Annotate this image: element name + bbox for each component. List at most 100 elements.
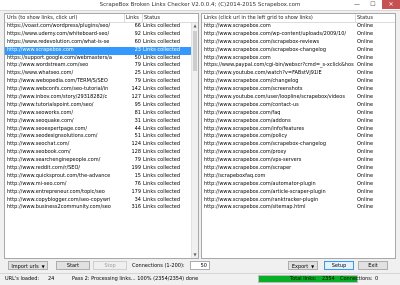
link-status-cell: Online bbox=[357, 141, 374, 148]
import-urls-button[interactable]: Import urls ▼ bbox=[8, 261, 48, 270]
url-row[interactable]: http://www.reddit.com/r/SEO/199 Links col… bbox=[5, 165, 198, 173]
urls-loaded-label: URL's loaded: bbox=[5, 276, 40, 282]
window-title: ScrapeBox Broken Links Checker V2.0.0.4;… bbox=[99, 2, 301, 8]
link-url-cell: http://www.youtube.com/watch?v=FABstVj91… bbox=[204, 70, 322, 77]
link-row[interactable]: http://www.scrapebox.com/contact-us Onlin… bbox=[202, 102, 395, 110]
url-row[interactable]: http://www.tutorialspoint.com/seo/95 Link… bbox=[5, 102, 198, 110]
status-cell: Links collected bbox=[143, 157, 181, 164]
link-row[interactable]: http://www.scrapebox.com/scrapebox-revie… bbox=[202, 39, 395, 47]
exit-button[interactable]: Exit bbox=[358, 261, 388, 270]
url-row[interactable] bbox=[5, 212, 198, 220]
link-row[interactable]: http://www.scrapebox.com/sitemap.html Onl… bbox=[202, 204, 395, 212]
url-row[interactable]: http://www.inbov.com/story/29318282/c 127… bbox=[5, 94, 198, 102]
url-row[interactable]: http://www.seochat.com/124 Links collecte… bbox=[5, 141, 198, 149]
status-cell: Links collected bbox=[143, 86, 181, 93]
url-row[interactable]: http://www.scrapebox.com 23 Links collecte… bbox=[5, 46, 198, 55]
url-row[interactable]: https://www.whatseo.com/25 Links collecte… bbox=[5, 70, 198, 78]
url-row[interactable] bbox=[5, 244, 198, 252]
link-row[interactable]: http://www.scrapebox.com/info/features On… bbox=[202, 126, 395, 134]
pass-status-text: Pass 2: Processing links... 100% (2354/2… bbox=[72, 276, 199, 282]
url-row[interactable]: https://voast.com/wordpress/plugins/seo/… bbox=[5, 23, 198, 31]
link-row[interactable]: https://www.paypal.com/cgi-bin/webscr?cm… bbox=[202, 62, 395, 70]
header-link-status[interactable]: Status bbox=[357, 15, 387, 22]
url-row[interactable]: https://www.udemy.com/whiteboard-seo/92 L… bbox=[5, 31, 198, 39]
scroll-thumb[interactable] bbox=[193, 31, 197, 71]
url-row[interactable] bbox=[5, 220, 198, 228]
header-urls[interactable]: Urls (to show links, click url) bbox=[7, 15, 123, 22]
links-grid-rows: http://www.scrapebox.com Online http://www… bbox=[202, 23, 395, 212]
link-status-cell: Online bbox=[357, 180, 374, 187]
links-count-cell: 25 bbox=[134, 70, 141, 77]
url-row[interactable]: http://www.webopedia.com/TERM/S/SEO 79 Lin… bbox=[5, 78, 198, 86]
start-button[interactable]: Start bbox=[56, 261, 90, 270]
close-button[interactable]: ✕ bbox=[382, 0, 400, 9]
link-row[interactable]: http://www.scrapebox.com Online bbox=[202, 23, 395, 31]
setup-button[interactable]: Setup bbox=[324, 261, 354, 270]
links-count-cell: 15 bbox=[134, 172, 141, 179]
url-row[interactable]: http://www.business2community.com/seo 316… bbox=[5, 204, 198, 212]
links-count-cell: 95 bbox=[134, 101, 141, 108]
url-row[interactable]: http://www.seobook.com/128 Links collecte… bbox=[5, 149, 198, 157]
link-row[interactable]: http://www.scrapebox.com/changelog Online bbox=[202, 78, 395, 86]
url-row[interactable]: https://www.redevolution.com/what-is-se 6… bbox=[5, 39, 198, 47]
link-url-cell: http://www.scrapebox.com/sitemap.html bbox=[204, 204, 306, 211]
link-row[interactable]: http://www.scrapebox.com/scrapebox-chang… bbox=[202, 47, 395, 55]
url-cell: http://www.searchenginepeople.com/ bbox=[7, 157, 101, 164]
link-row[interactable]: http://www.scrapebox.com/scraper Online bbox=[202, 165, 395, 173]
link-row[interactable]: http://scrapeboxfaq.com Online bbox=[202, 173, 395, 181]
url-row[interactable]: http://www.seoquake.com/31 Links collecte… bbox=[5, 118, 198, 126]
url-row[interactable]: http://www.entrepreneur.com/topic/seo 179… bbox=[5, 189, 198, 197]
link-status-cell: Online bbox=[357, 23, 374, 29]
url-row[interactable]: http://www.seoexpertpage.com/44 Links col… bbox=[5, 126, 198, 134]
url-row[interactable] bbox=[5, 236, 198, 244]
maximize-button[interactable]: ☐ bbox=[366, 0, 380, 9]
stop-button[interactable]: Stop bbox=[93, 261, 127, 270]
status-cell: Links collected bbox=[143, 149, 181, 156]
url-row[interactable]: http://www.searchenginepeople.com/79 Link… bbox=[5, 157, 198, 165]
link-row[interactable]: http://www.scrapebox.com/vps-servers Onli… bbox=[202, 157, 395, 165]
links-count-cell: 60 bbox=[134, 38, 141, 45]
header-links[interactable]: Links bbox=[126, 15, 141, 22]
minimize-button[interactable]: — bbox=[350, 0, 364, 9]
link-row[interactable]: http://www.scrapebox.com/policy Online bbox=[202, 133, 395, 141]
url-row[interactable] bbox=[5, 252, 198, 258]
export-button[interactable]: Export ▼ bbox=[288, 261, 318, 270]
url-row[interactable]: http://www.copyblogger.com/seo-copywri 34… bbox=[5, 197, 198, 205]
link-row[interactable]: http://www.scrapebox.com/proxy Online bbox=[202, 149, 395, 157]
link-row[interactable]: http://www.scrapebox.com/addons Online bbox=[202, 118, 395, 126]
links-grid[interactable]: Links (click url in the left grid to sho… bbox=[201, 13, 396, 259]
urls-grid-scrollbar[interactable]: ▲ ▼ bbox=[191, 23, 198, 258]
urls-grid[interactable]: Urls (to show links, click url) Links St… bbox=[4, 13, 199, 259]
link-row[interactable]: http://www.youtube.com/user/loopline/scr… bbox=[202, 94, 395, 102]
link-row[interactable]: http://www.scrapebox.com Online bbox=[202, 55, 395, 63]
links-count-cell: 31 bbox=[134, 117, 141, 124]
link-row[interactable]: http://www.scrapebox.com/scrapebox-chang… bbox=[202, 141, 395, 149]
link-row[interactable]: http://www.scrapebox.com/wp-content/uplo… bbox=[202, 31, 395, 39]
header-status[interactable]: Status bbox=[144, 15, 184, 22]
link-row[interactable]: http://www.scrapebox.com/faq Online bbox=[202, 110, 395, 118]
link-row[interactable]: http://www.youtube.com/watch?v=FABstVj91… bbox=[202, 70, 395, 78]
status-cell: Links collected bbox=[143, 23, 181, 29]
url-row[interactable] bbox=[5, 228, 198, 236]
header-links-url[interactable]: Links (click url in the left grid to sho… bbox=[204, 15, 354, 22]
link-row[interactable]: http://www.scrapebox.com/ranktracker-plu… bbox=[202, 197, 395, 205]
link-url-cell: http://www.scrapebox.com/info/features bbox=[204, 125, 305, 132]
url-row[interactable]: http://www.webconfs.com/seo-tutorial/in 1… bbox=[5, 86, 198, 94]
link-row[interactable]: http://www.scrapebox.com/article-scraper… bbox=[202, 189, 395, 197]
url-row[interactable]: http://www.seodesignsolutions.com/51 Link… bbox=[5, 133, 198, 141]
url-cell: http://www.seoworks.com/ bbox=[7, 109, 74, 116]
scroll-up-arrow-icon[interactable]: ▲ bbox=[192, 23, 198, 29]
url-row[interactable]: http://www.quicksprout.com/the-advance 15… bbox=[5, 173, 198, 181]
url-row[interactable]: https://support.google.com/webmasters/a 5… bbox=[5, 55, 198, 63]
status-cell: Links collected bbox=[143, 180, 181, 187]
link-row[interactable]: http://www.scrapebox.com/screenshots Onli… bbox=[202, 86, 395, 94]
dropdown-arrow-icon: ▼ bbox=[309, 264, 315, 269]
url-row[interactable]: http://www.wordstream.com/seo 79 Links col… bbox=[5, 62, 198, 70]
connections-input[interactable]: 50 bbox=[190, 261, 210, 270]
url-row[interactable]: http://www.mi-seo.com/76 Links collected bbox=[5, 181, 198, 189]
url-row[interactable]: http://www.seoworks.com/81 Links collecte… bbox=[5, 110, 198, 118]
link-row[interactable]: http://www.scrapebox.com/automator-plugi… bbox=[202, 181, 395, 189]
dropdown-arrow-icon: ▼ bbox=[40, 264, 45, 269]
link-status-cell: Online bbox=[357, 157, 374, 164]
scroll-down-arrow-icon[interactable]: ▼ bbox=[192, 252, 198, 258]
